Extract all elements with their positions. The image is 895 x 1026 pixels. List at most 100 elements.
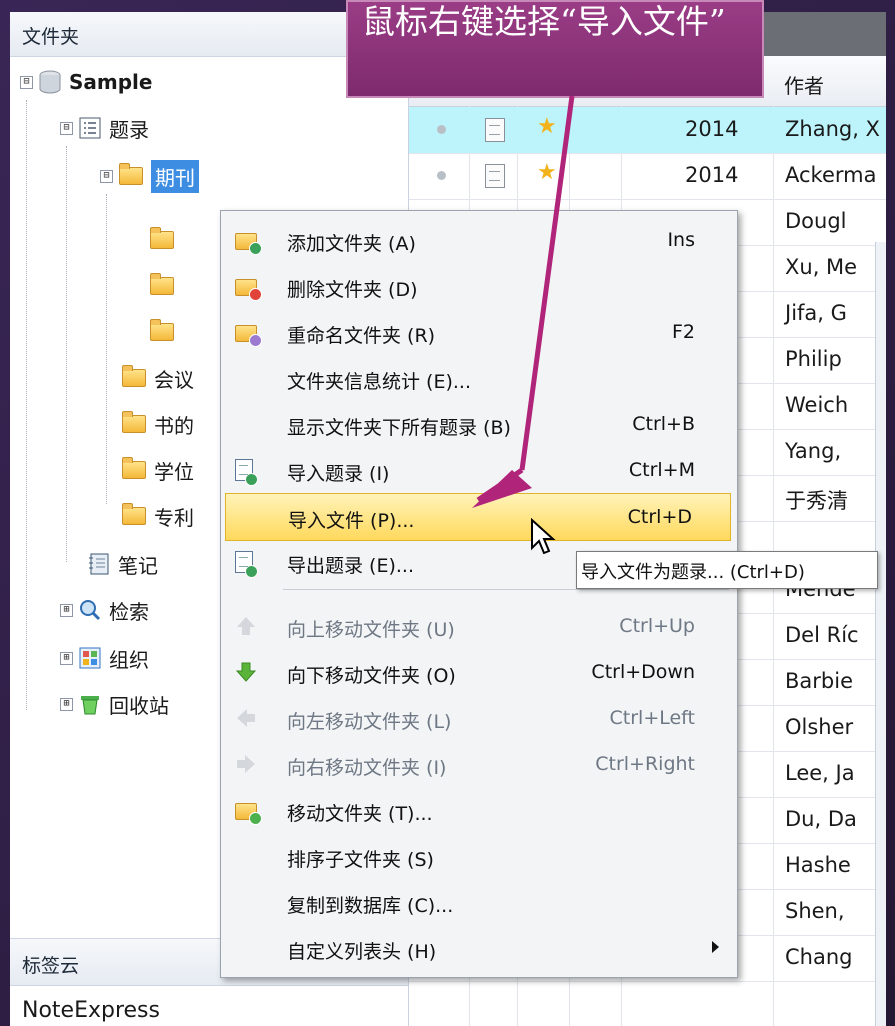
collapse-icon[interactable]: ⊟ <box>60 121 73 135</box>
menu-item[interactable]: 删除文件夹 (D) <box>221 263 737 309</box>
collapse-icon[interactable]: ⊟ <box>100 169 113 183</box>
menu-item[interactable]: 复制到数据库 (C)... <box>221 879 737 925</box>
submenu-arrow-icon <box>712 941 719 953</box>
tree-item-organize[interactable]: ⊞ 组织 <box>60 638 149 678</box>
tree-item-recycle-bin[interactable]: ⊞ 回收站 <box>60 684 169 724</box>
preview-panel-edge <box>875 242 886 1026</box>
cell-author: Dougl <box>785 209 847 233</box>
menu-item-shortcut: Ctrl+Left <box>609 707 695 729</box>
star-icon[interactable]: ★ <box>537 160 557 185</box>
menu-item-label: 自定义列表头 (H) <box>287 941 437 963</box>
folder-context-menu: 添加文件夹 (A) Ins 删除文件夹 (D) 重命名文件夹 (R) F2 文件夹信息统计… <box>220 210 738 978</box>
grid-icon <box>79 647 101 669</box>
menu-item-label: 向右移动文件夹 (I) <box>287 757 447 779</box>
cell-author: Weich <box>785 393 849 417</box>
menu-item-label: 导入文件 (P)... <box>288 510 415 532</box>
cell-author: Lee, Ja <box>785 761 855 785</box>
menu-item-label: 复制到数据库 (C)... <box>287 895 454 917</box>
menu-item-shortcut: Ctrl+B <box>632 413 695 435</box>
tree-guide <box>26 100 27 710</box>
tree-item-subfolder[interactable] <box>150 266 182 306</box>
tree-label: 题录 <box>109 117 149 142</box>
menu-item[interactable]: 重命名文件夹 (R) F2 <box>221 309 737 355</box>
tree-label: 会议 <box>154 367 194 392</box>
tree-item-book[interactable]: 书的 <box>122 404 194 444</box>
list-icon <box>79 117 101 139</box>
tree-item-search[interactable]: ⊞ 检索 <box>60 590 149 630</box>
mouse-cursor-icon <box>531 518 556 555</box>
tree-label: 检索 <box>109 599 149 624</box>
menu-item[interactable]: 排序子文件夹 (S) <box>221 833 737 879</box>
menu-item: 向左移动文件夹 (L) Ctrl+Left <box>221 695 737 741</box>
menu-item[interactable]: 向下移动文件夹 (O) Ctrl+Down <box>221 649 737 695</box>
import-records-icon <box>235 459 258 486</box>
menu-item[interactable]: 添加文件夹 (A) Ins <box>221 217 737 263</box>
callout-text: 鼠标右键选择“导入文件” <box>362 2 726 41</box>
menu-item[interactable]: 移动文件夹 (T)... <box>221 787 737 833</box>
star-icon[interactable]: ★ <box>537 114 557 139</box>
tree-label: 专利 <box>154 505 194 530</box>
cell-author: Del Ríc <box>785 623 859 647</box>
menu-item-shortcut: Ctrl+Right <box>595 753 695 775</box>
cell-author: Xu, Me <box>785 255 858 279</box>
menu-item[interactable]: 导入文件 (P)... Ctrl+D <box>225 493 731 541</box>
menu-item-shortcut: Ctrl+Down <box>591 661 695 683</box>
menu-item-label: 显示文件夹下所有题录 (B) <box>287 417 511 439</box>
document-icon <box>485 118 505 142</box>
menu-item-label: 删除文件夹 (D) <box>287 279 418 301</box>
cell-author: Philip <box>785 347 842 371</box>
folder-icon <box>150 227 174 249</box>
expand-icon[interactable]: ⊞ <box>60 603 73 617</box>
expand-icon[interactable]: ⊞ <box>60 651 73 665</box>
menu-item[interactable]: 显示文件夹下所有题录 (B) Ctrl+B <box>221 401 737 447</box>
document-icon <box>485 164 505 188</box>
tree-item-journals[interactable]: ⊟ 期刊 <box>100 156 199 196</box>
tree-item-subfolder[interactable] <box>150 312 182 352</box>
tree-item-thesis[interactable]: 学位 <box>122 450 194 490</box>
column-header-author[interactable]: 作者 <box>784 70 824 99</box>
folder-pane-title: 文件夹 <box>22 26 80 48</box>
tree-item-patent[interactable]: 专利 <box>122 496 194 536</box>
move-folder-icon <box>235 799 262 825</box>
recycle-bin-icon <box>81 696 99 715</box>
tree-label: Sample <box>69 70 153 94</box>
table-row[interactable]: ★ 2014 Zhang, X <box>409 107 886 154</box>
tree-item-sample[interactable]: ⊟ Sample <box>20 62 152 102</box>
tree-label: 回收站 <box>109 693 169 718</box>
tree-item-subfolder[interactable] <box>150 220 182 260</box>
menu-separator <box>283 589 729 590</box>
menu-item: 向上移动文件夹 (U) Ctrl+Up <box>221 603 737 649</box>
database-icon <box>39 70 61 94</box>
menu-item[interactable]: 导入题录 (I) Ctrl+M <box>221 447 737 493</box>
folder-icon <box>150 319 174 341</box>
tree-item-conference[interactable]: 会议 <box>122 358 194 398</box>
menu-item-label: 导出题录 (E)... <box>287 555 414 577</box>
folder-icon <box>122 411 146 433</box>
folder-icon <box>122 365 146 387</box>
folder-icon <box>119 163 143 185</box>
arrow-left-icon <box>235 707 257 729</box>
menu-item-shortcut: Ins <box>667 229 695 251</box>
cell-year: 2014 <box>685 117 739 141</box>
rename-folder-icon <box>235 321 262 347</box>
cell-author: Yang, <box>785 439 842 463</box>
table-row[interactable]: ★ 2014 Ackerma <box>409 153 886 200</box>
expand-icon[interactable]: ⊞ <box>60 697 73 711</box>
tree-item-records[interactable]: ⊟ 题录 <box>60 108 149 148</box>
cell-author: Jifa, G <box>785 301 847 325</box>
cell-author: Shen, <box>785 899 845 923</box>
tag-cloud-title: 标签云 <box>22 955 80 977</box>
menu-item-label: 向上移动文件夹 (U) <box>287 619 455 641</box>
menu-item-label: 重命名文件夹 (R) <box>287 325 436 347</box>
export-records-icon <box>235 551 258 578</box>
collapse-icon[interactable]: ⊟ <box>20 75 33 89</box>
tree-item-notes[interactable]: 笔记 <box>88 544 158 584</box>
tooltip: 导入文件为题录... (Ctrl+D) <box>576 551 878 589</box>
arrow-down-icon <box>235 661 257 683</box>
menu-item[interactable]: 文件夹信息统计 (E)... <box>221 355 737 401</box>
tree-label: 组织 <box>109 647 149 672</box>
folder-icon <box>122 503 146 525</box>
menu-item[interactable]: 自定义列表头 (H) <box>221 925 737 971</box>
cell-author: Hashe <box>785 853 851 877</box>
tree-label: 笔记 <box>118 553 158 578</box>
